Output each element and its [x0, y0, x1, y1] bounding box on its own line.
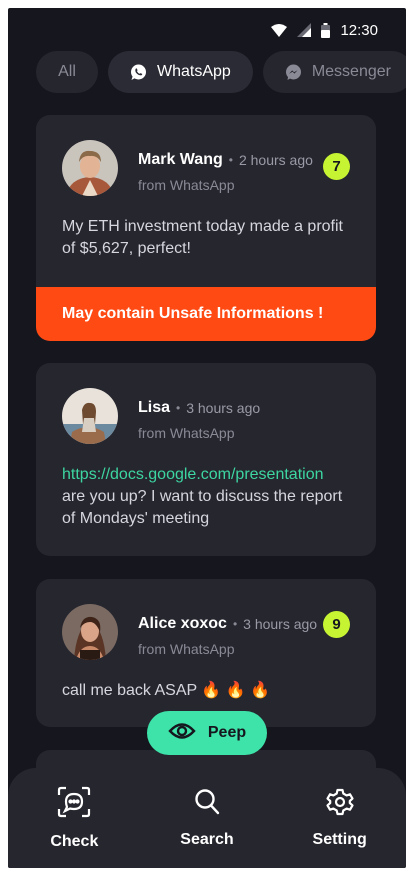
- nav-setting-label: Setting: [312, 830, 367, 848]
- message-text: call me back ASAP 🔥 🔥 🔥: [62, 682, 270, 699]
- separator-dot: •: [232, 617, 238, 631]
- bottom-nav: Check Search Setting: [8, 768, 406, 868]
- message-source: from WhatsApp: [138, 177, 235, 193]
- peep-label: Peep: [207, 724, 247, 741]
- whatsapp-icon: [130, 64, 147, 81]
- message-card[interactable]: Lisa • 3 hours ago from WhatsApp https:/…: [36, 363, 376, 556]
- message-meta: Lisa • 3 hours ago from WhatsApp: [138, 399, 260, 441]
- messenger-icon: [285, 64, 302, 81]
- peep-button[interactable]: Peep: [147, 711, 267, 755]
- nav-check[interactable]: Check: [19, 786, 129, 851]
- status-time: 12:30: [340, 21, 378, 39]
- message-time: 2 hours ago: [238, 152, 313, 168]
- source-tabs: All WhatsApp Messenger: [36, 51, 406, 93]
- message-body: https://docs.google.com/presentation are…: [62, 464, 356, 530]
- sender-name: Lisa: [138, 399, 171, 416]
- message-link[interactable]: https://docs.google.com/presentation: [62, 464, 356, 486]
- message-meta: Alice xoxoc • 3 hours ago from WhatsApp: [138, 615, 317, 657]
- separator-dot: •: [176, 401, 181, 415]
- message-card[interactable]: Alice xoxoc • 3 hours ago from WhatsApp …: [36, 579, 376, 727]
- message-text: My ETH investment today made a profit of…: [62, 218, 343, 257]
- gear-icon: [326, 788, 354, 821]
- app-screen: 12:30 All WhatsApp Messenger Mark Wang •…: [8, 8, 406, 868]
- chat-scan-icon: [57, 786, 91, 823]
- message-time: 3 hours ago: [243, 616, 318, 632]
- search-icon: [194, 788, 220, 821]
- tab-whatsapp[interactable]: WhatsApp: [108, 51, 253, 93]
- avatar: [62, 604, 118, 660]
- unsafe-warning-banner: May contain Unsafe Informations !: [36, 287, 376, 341]
- nav-search-label: Search: [180, 830, 234, 848]
- cell-signal-icon: [297, 23, 312, 37]
- avatar: [62, 140, 118, 196]
- tab-all[interactable]: All: [36, 51, 98, 93]
- message-card[interactable]: Mark Wang • 2 hours ago from WhatsApp 7 …: [36, 115, 376, 341]
- message-source: from WhatsApp: [138, 425, 235, 441]
- message-meta: Mark Wang • 2 hours ago from WhatsApp: [138, 151, 313, 193]
- tab-messenger[interactable]: Messenger: [262, 51, 406, 93]
- nav-search[interactable]: Search: [152, 788, 262, 849]
- message-source: from WhatsApp: [138, 641, 235, 657]
- message-time: 3 hours ago: [186, 400, 261, 416]
- unread-count-badge: 9: [323, 611, 350, 638]
- nav-setting[interactable]: Setting: [285, 788, 395, 849]
- status-bar: 12:30: [271, 20, 378, 40]
- battery-icon: [321, 22, 331, 38]
- avatar: [62, 388, 118, 444]
- unread-count-badge: 7: [323, 153, 350, 180]
- message-text: are you up? I want to discuss the report…: [62, 488, 343, 527]
- wifi-icon: [271, 23, 288, 37]
- nav-check-label: Check: [50, 832, 99, 850]
- eye-icon: [168, 722, 196, 745]
- sender-name: Mark Wang: [138, 151, 223, 168]
- separator-dot: •: [228, 153, 233, 167]
- sender-name: Alice xoxoc: [138, 615, 227, 632]
